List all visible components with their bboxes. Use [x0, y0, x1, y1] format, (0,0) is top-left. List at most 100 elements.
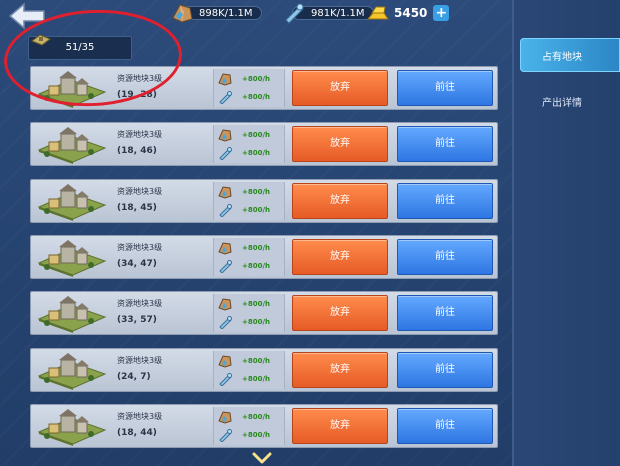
- stone-ore-icon: [218, 354, 232, 368]
- goto-button[interactable]: 前往: [397, 238, 493, 275]
- plot-row: 资源地块3级 (34, 47) +800/h +800/h 放弃 前往: [30, 234, 498, 279]
- plot-rates: +800/h +800/h: [213, 125, 285, 164]
- stone-ore-icon: [218, 411, 232, 424]
- crystal-wrench-icon: [285, 3, 304, 24]
- gold-resource: 5450 +: [366, 4, 450, 22]
- plot-thumbnail-icon: [37, 127, 107, 165]
- abandon-button[interactable]: 放弃: [292, 182, 388, 219]
- stone-ore-icon: [218, 73, 232, 86]
- rate-line-crystal: +800/h: [218, 258, 270, 274]
- goto-button[interactable]: 前往: [397, 295, 493, 332]
- occupied-count-box: 51/35: [28, 34, 132, 60]
- stone-ore-icon: [218, 242, 232, 255]
- crystal-resource: 981K/1.1M: [282, 3, 374, 24]
- crystal-wrench-icon: [219, 147, 232, 161]
- crystal-rate: +800/h: [242, 205, 271, 214]
- abandon-button[interactable]: 放弃: [292, 126, 388, 163]
- crystal-rate: +800/h: [242, 318, 271, 327]
- stone-ore-icon: [172, 4, 193, 23]
- plot-thumbnail-icon: [37, 183, 107, 221]
- stone-rate: +800/h: [242, 75, 271, 83]
- crystal-wrench-icon: [219, 428, 232, 442]
- land-plot-icon: [31, 34, 51, 46]
- back-arrow-icon[interactable]: [8, 2, 46, 30]
- plot-rates: +800/h +800/h: [213, 69, 285, 107]
- side-tab-panel: 占有地块 产出详情: [512, 0, 620, 466]
- rate-line-stone: +800/h: [218, 409, 270, 425]
- rate-line-crystal: +800/h: [218, 314, 270, 330]
- goto-button[interactable]: 前往: [397, 182, 493, 219]
- plot-coordinates: (18, 45): [117, 202, 157, 213]
- abandon-button[interactable]: 放弃: [292, 70, 388, 106]
- tab-occupied-plots[interactable]: 占有地块: [520, 38, 620, 72]
- plot-thumbnail-icon: [37, 239, 107, 277]
- crystal-wrench-icon: [219, 203, 232, 217]
- crystal-rate: +800/h: [242, 374, 271, 383]
- abandon-button[interactable]: 放弃: [292, 295, 388, 332]
- plot-coordinates: (24, 7): [117, 371, 151, 382]
- goto-button[interactable]: 前往: [397, 126, 493, 163]
- plot-coordinates: (18, 44): [117, 427, 157, 438]
- plot-row: 资源地块3级 (18, 44) +800/h +800/h 放弃 前往: [30, 403, 498, 448]
- plot-name: 资源地块3级: [117, 299, 163, 309]
- abandon-button[interactable]: 放弃: [292, 407, 388, 444]
- plot-rates: +800/h +800/h: [213, 181, 285, 220]
- crystal-rate: +800/h: [242, 93, 271, 101]
- plot-thumbnail-icon: [37, 408, 107, 446]
- stone-rate: +800/h: [242, 300, 271, 309]
- rate-line-crystal: +800/h: [218, 145, 270, 161]
- gold-bars-icon: [366, 6, 389, 20]
- plot-row: 资源地块3级 (19, 28) +800/h +800/h 放弃 前往: [30, 66, 498, 110]
- plot-name: 资源地块3级: [117, 74, 163, 83]
- crystal-wrench-icon: [219, 316, 232, 330]
- stone-rate: +800/h: [242, 187, 271, 196]
- plot-name: 资源地块3级: [117, 186, 163, 196]
- abandon-button[interactable]: 放弃: [292, 351, 388, 388]
- plot-row: 资源地块3级 (24, 7) +800/h +800/h 放弃 前往: [30, 347, 498, 392]
- plot-rates: +800/h +800/h: [213, 294, 285, 333]
- rate-line-stone: +800/h: [218, 240, 270, 256]
- plot-row: 资源地块3级 (33, 57) +800/h +800/h 放弃 前往: [30, 291, 498, 336]
- stone-rate: +800/h: [242, 131, 271, 140]
- stone-ore-icon: [218, 298, 232, 311]
- stone-resource: 898K/1.1M: [170, 4, 262, 23]
- plot-name: 资源地块3级: [117, 355, 163, 365]
- stone-rate: +800/h: [242, 243, 271, 252]
- crystal-rate: +800/h: [242, 261, 271, 270]
- plot-rates: +800/h +800/h: [213, 406, 285, 445]
- plot-name: 资源地块3级: [117, 242, 163, 252]
- tab-production-details[interactable]: 产出详情: [520, 84, 620, 118]
- crystal-wrench-icon: [219, 259, 232, 273]
- stone-rate: +800/h: [242, 356, 271, 365]
- rate-line-crystal: +800/h: [218, 427, 270, 443]
- rate-line-stone: +800/h: [218, 296, 270, 312]
- rate-line-stone: +800/h: [218, 184, 270, 200]
- plot-coordinates: (19, 28): [117, 90, 157, 100]
- plot-thumbnail-icon: [37, 352, 107, 390]
- plot-coordinates: (34, 47): [117, 258, 157, 269]
- rate-line-crystal: +800/h: [218, 89, 270, 105]
- goto-button[interactable]: 前往: [397, 70, 493, 106]
- plot-coordinates: (33, 57): [117, 315, 157, 326]
- plot-rates: +800/h +800/h: [213, 350, 285, 389]
- abandon-button[interactable]: 放弃: [292, 238, 388, 275]
- crystal-rate: +800/h: [242, 430, 271, 439]
- stone-rate: +800/h: [242, 412, 271, 421]
- plot-thumbnail-icon: [37, 71, 107, 108]
- add-gold-button[interactable]: +: [433, 5, 450, 21]
- plot-name: 资源地块3级: [117, 411, 163, 421]
- stone-ore-icon: [218, 186, 232, 199]
- crystal-wrench-icon: [219, 91, 232, 104]
- scroll-down-icon[interactable]: [252, 452, 272, 464]
- plot-rates: +800/h +800/h: [213, 237, 285, 276]
- stone-ore-icon: [218, 129, 232, 142]
- plot-name: 资源地块3级: [117, 130, 163, 140]
- rate-line-stone: +800/h: [218, 71, 270, 87]
- rate-line-crystal: +800/h: [218, 371, 270, 387]
- goto-button[interactable]: 前往: [397, 407, 493, 444]
- goto-button[interactable]: 前往: [397, 351, 493, 388]
- gold-amount: 5450: [394, 6, 428, 20]
- plot-thumbnail-icon: [37, 296, 107, 334]
- plot-row: 资源地块3级 (18, 45) +800/h +800/h 放弃 前往: [30, 178, 498, 223]
- occupied-count: 51/35: [65, 42, 95, 53]
